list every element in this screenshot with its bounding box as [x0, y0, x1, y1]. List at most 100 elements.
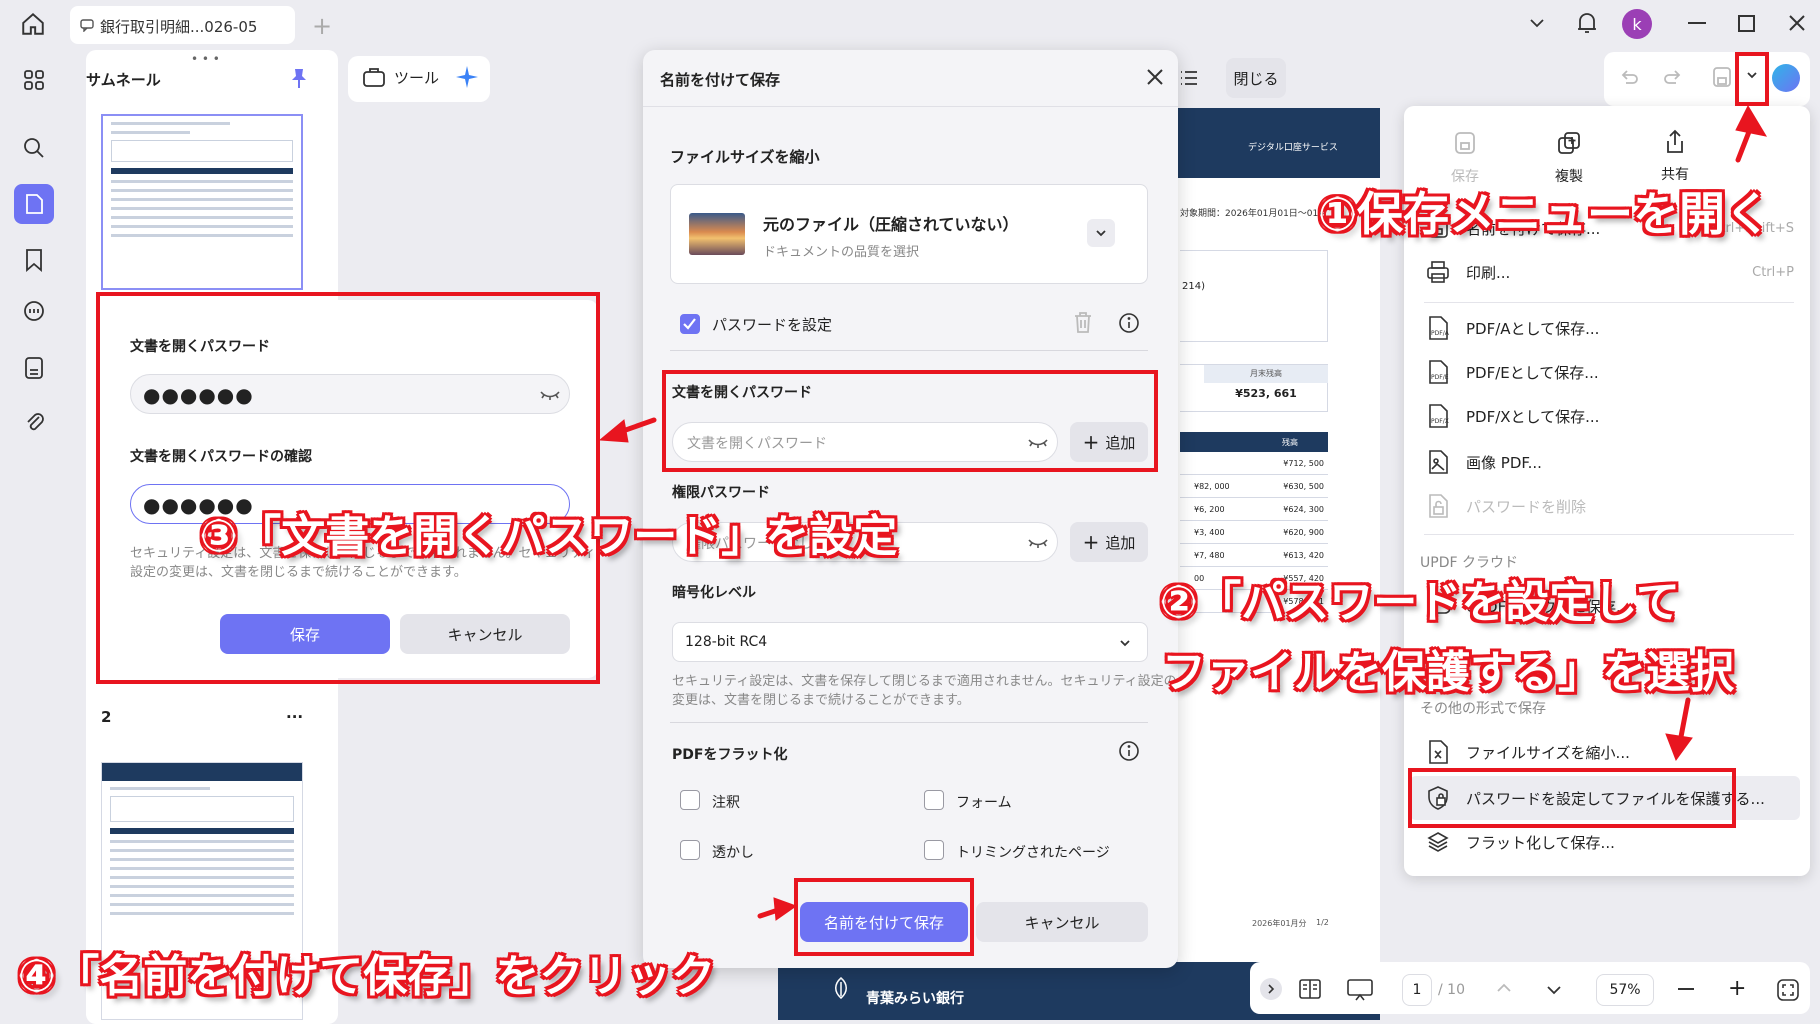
bookmark-icon[interactable] — [20, 246, 48, 274]
document-icon[interactable] — [20, 354, 48, 382]
page-current: 1 — [1412, 982, 1422, 998]
row-balance: ¥624, 300 — [1283, 505, 1324, 514]
save-disk-icon — [1438, 130, 1492, 156]
presentation-icon[interactable] — [1346, 978, 1374, 1002]
avatar-initial: k — [1632, 14, 1642, 34]
other-section-label: その他の形式で保存 — [1420, 701, 1546, 717]
tab-title: 銀行取引明細...026-05 — [100, 18, 258, 36]
document-header-text: デジタル口座サービス — [1248, 143, 1338, 153]
zoom-value: 57% — [1609, 982, 1641, 998]
close-window-icon[interactable] — [1787, 13, 1807, 33]
month-end-label: 月末残高 — [1204, 365, 1328, 383]
save-disk-icon[interactable] — [1712, 66, 1732, 88]
page-number-2: 2 — [101, 708, 112, 726]
thumbnail-title: サムネール — [86, 71, 161, 89]
balance-header: 残高 — [1282, 438, 1298, 447]
bell-icon[interactable] — [1576, 11, 1598, 35]
tools-button[interactable]: ツール — [362, 66, 439, 88]
menu-save-pdfx[interactable]: PDF/X PDF/Xとして保存... — [1424, 398, 1599, 434]
pin-icon[interactable] — [290, 68, 308, 90]
undo-icon[interactable] — [1618, 66, 1640, 88]
zoom-in-icon[interactable]: + — [1728, 978, 1746, 1000]
zoom-out-icon[interactable] — [1678, 988, 1694, 990]
page-number-input[interactable]: 1 — [1402, 974, 1432, 1006]
close-doc-button[interactable]: 閉じる — [1226, 58, 1286, 98]
menu-image-pdf[interactable]: 画像 PDF... — [1424, 444, 1542, 480]
pdfa-label: PDF/Aとして保存... — [1466, 319, 1600, 338]
ai-sparkle-icon[interactable] — [454, 64, 480, 90]
svg-text:PDF/E: PDF/E — [1431, 374, 1449, 381]
next-page-icon[interactable] — [1546, 984, 1562, 996]
trash-icon[interactable] — [1072, 310, 1094, 334]
document-footer-left: 2026年01月分 — [1252, 919, 1307, 928]
search-icon[interactable] — [20, 134, 48, 162]
redo-icon[interactable] — [1662, 66, 1684, 88]
quality-select[interactable]: 元のファイル（圧縮されていない） ドキュメントの品質を選択 — [670, 184, 1148, 284]
home-icon[interactable] — [20, 11, 46, 37]
compress-icon — [1424, 738, 1452, 766]
grid-icon[interactable] — [20, 66, 48, 94]
maximize-icon[interactable] — [1738, 15, 1755, 32]
encryption-select[interactable]: 128-bit RC4 — [672, 622, 1148, 662]
document-table-row: ¥7, 480 ¥613, 420 — [1180, 544, 1328, 567]
callout-step3: ③「文書を開くパスワード」を設定 — [200, 511, 898, 562]
flatten-cropped-label: トリミングされたページ — [956, 845, 1110, 861]
fit-page-icon[interactable] — [1776, 978, 1800, 1002]
info-icon[interactable] — [1118, 740, 1140, 762]
row-amount: ¥3, 400 — [1194, 528, 1225, 537]
svg-text:PDF/A: PDF/A — [1431, 330, 1450, 337]
print-shortcut: Ctrl+P — [1752, 264, 1794, 280]
two-page-icon[interactable] — [1298, 978, 1322, 1000]
avatar[interactable]: k — [1622, 9, 1652, 39]
menu-save-pdfe[interactable]: PDF/E PDF/Eとして保存... — [1424, 354, 1599, 390]
page-thumbnail-1[interactable] — [101, 114, 303, 290]
new-tab-icon[interactable]: + — [312, 12, 332, 40]
menu-share-action[interactable]: 共有 — [1648, 128, 1702, 184]
list-icon[interactable] — [1180, 68, 1198, 88]
minimize-icon[interactable] — [1688, 22, 1706, 24]
document-info-box: 214) — [1180, 250, 1328, 342]
flatten-forms-checkbox[interactable] — [924, 790, 944, 810]
updf-ai-icon[interactable] — [1772, 64, 1800, 92]
chevron-down-icon — [1119, 637, 1131, 649]
add-label: 追加 — [1105, 533, 1136, 552]
row-balance: ¥613, 420 — [1283, 551, 1324, 560]
security-note-line2: 変更は、文書を閉じるまで続けることができます。 — [672, 693, 970, 708]
menu-flatten-save[interactable]: フラット化して保存... — [1424, 824, 1615, 860]
callout-step4: ④「名前を付けて保存」をクリック — [18, 951, 716, 1002]
chevron-down-icon[interactable] — [1528, 14, 1546, 32]
zoom-input[interactable]: 57% — [1596, 974, 1654, 1006]
print-icon — [1424, 258, 1452, 286]
flatten-annotations-checkbox[interactable] — [680, 790, 700, 810]
thumbnail-icon[interactable] — [14, 184, 54, 224]
highlight-save-as-button — [794, 878, 974, 956]
page-menu-icon[interactable]: ... — [286, 704, 303, 722]
eye-closed-icon[interactable] — [1027, 535, 1049, 551]
collapse-icon[interactable] — [1260, 978, 1282, 1000]
drag-handle[interactable]: • • • — [191, 52, 220, 66]
menu-save-pdfa[interactable]: PDF/A PDF/Aとして保存... — [1424, 310, 1599, 346]
reduce-size-label: ファイルサイズを縮小... — [1466, 743, 1630, 762]
document-period: 対象期間：2026年01月01日～01月 — [1180, 209, 1328, 219]
menu-print[interactable]: 印刷... Ctrl+P — [1424, 254, 1794, 290]
attachment-icon[interactable] — [20, 408, 48, 436]
password-checkbox[interactable] — [680, 314, 700, 334]
plus-icon: + — [1082, 530, 1100, 554]
prev-page-icon[interactable] — [1496, 982, 1512, 994]
security-note: セキュリティ設定は、文書を保存して閉じるまで適用されません。セキュリティ設定の … — [672, 672, 1177, 710]
print-label: 印刷... — [1466, 263, 1511, 282]
quality-chevron[interactable] — [1087, 219, 1115, 247]
permission-password-add-button[interactable]: + 追加 — [1070, 522, 1148, 562]
comment-panel-icon[interactable] — [20, 298, 48, 326]
info-icon[interactable] — [1118, 312, 1140, 334]
flatten-watermark-checkbox[interactable] — [680, 840, 700, 860]
flatten-forms-label: フォーム — [956, 795, 1012, 811]
bank-logo-icon — [830, 976, 852, 1000]
document-tab[interactable]: 銀行取引明細...026-05 — [70, 6, 295, 44]
month-end-value: ¥523, 661 — [1235, 387, 1297, 400]
dialog-cancel-button[interactable]: キャンセル — [976, 902, 1148, 942]
menu-reduce-size[interactable]: ファイルサイズを縮小... — [1424, 734, 1630, 770]
highlight-protect-item — [1408, 768, 1736, 828]
dialog-close-icon[interactable] — [1146, 68, 1164, 86]
flatten-cropped-checkbox[interactable] — [924, 840, 944, 860]
